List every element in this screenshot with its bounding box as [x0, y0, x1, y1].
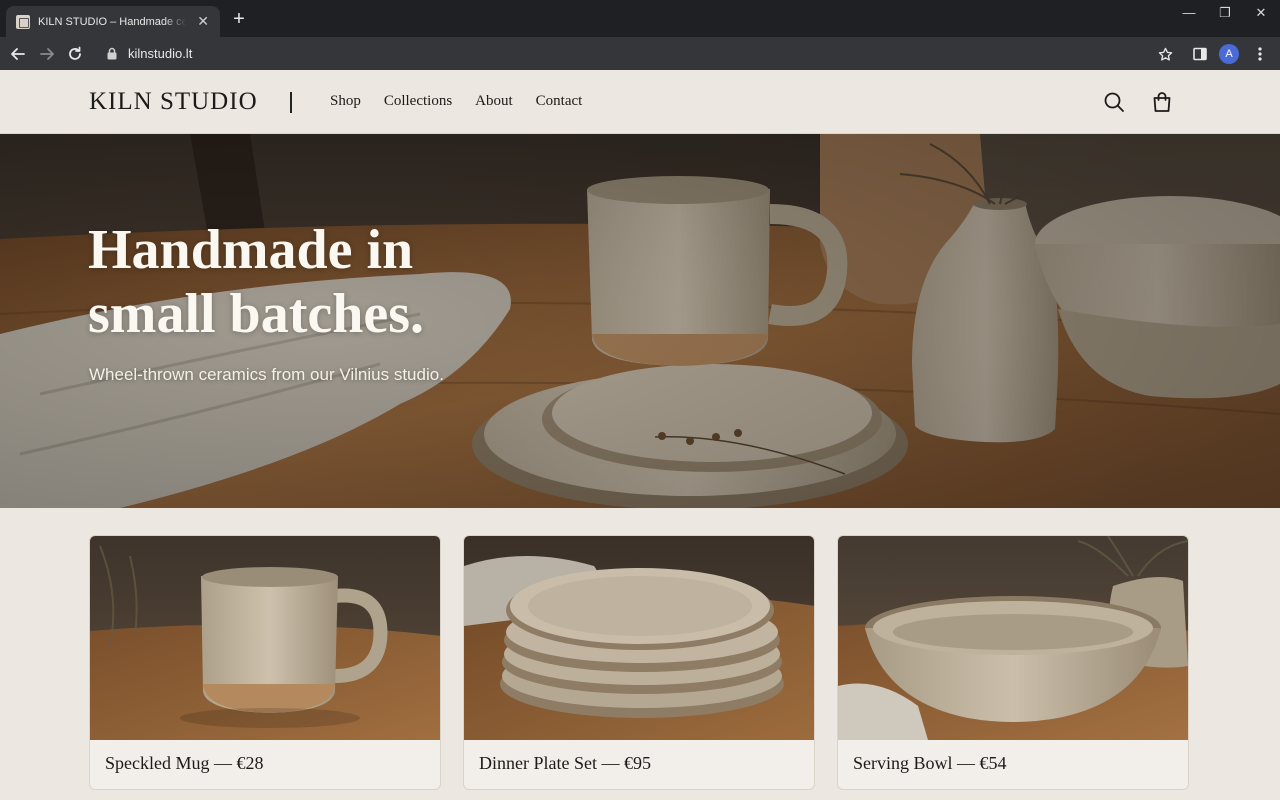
product-title: Dinner Plate Set — €95 [479, 753, 651, 773]
cart-button[interactable] [1150, 90, 1174, 114]
side-panel-icon [1193, 47, 1207, 61]
search-icon [1104, 92, 1124, 112]
arrow-left-icon [11, 48, 25, 60]
reload-icon [69, 46, 81, 60]
new-tab-button[interactable]: + [229, 9, 249, 29]
hero-subtitle: Wheel-thrown ceramics from our Vilnius s… [89, 365, 444, 384]
shopping-bag-icon [1153, 92, 1171, 112]
star-icon [1158, 47, 1172, 61]
product-image-mug [90, 536, 440, 740]
product-card-mug[interactable]: Speckled Mug — €28 [89, 535, 441, 790]
site-favicon-icon [16, 14, 30, 29]
tab-close-icon[interactable]: ✕ [196, 13, 210, 30]
site-logo[interactable]: KILN STUDIO [89, 88, 258, 116]
product-title: Serving Bowl — €54 [853, 753, 1007, 773]
arrow-right-icon [40, 48, 54, 60]
nav-link-shop[interactable]: Shop [330, 93, 361, 110]
product-card-plate-set[interactable]: Dinner Plate Set — €95 [463, 535, 815, 790]
hero-banner: Handmade in small batches. Wheel-thrown … [0, 134, 1280, 508]
product-image-plate-set [464, 536, 814, 740]
profile-avatar[interactable]: A [1219, 44, 1239, 64]
window-close-button[interactable]: ✕ [1246, 4, 1276, 22]
product-card-bowl[interactable]: Serving Bowl — €54 [837, 535, 1189, 790]
window-minimize-button[interactable]: — [1174, 4, 1204, 22]
nav-link-contact[interactable]: Contact [536, 93, 583, 110]
browser-toolbar: kilnstudio.lt A [0, 37, 1280, 70]
kebab-menu-icon [1258, 47, 1262, 61]
address-bar[interactable]: kilnstudio.lt [96, 41, 1186, 66]
window-restore-button[interactable]: ❐ [1210, 4, 1240, 22]
hero-title: Handmade in small batches. [88, 219, 424, 345]
browser-tab-strip: KILN STUDIO – Handmade ceramics ✕ + — ❐ … [0, 0, 1280, 37]
nav-link-collections[interactable]: Collections [384, 93, 452, 110]
browser-tab-active[interactable]: KILN STUDIO – Handmade ceramics ✕ [6, 6, 220, 37]
product-title: Speckled Mug — €28 [105, 753, 264, 773]
back-button[interactable] [7, 43, 29, 65]
lock-icon [107, 47, 117, 60]
browser-menu-button[interactable] [1249, 43, 1271, 65]
nav-link-about[interactable]: About [475, 93, 513, 110]
product-grid: Speckled Mug — €28 Dinner Plate Set — €9… [89, 535, 1189, 800]
header-divider [290, 92, 292, 113]
site-header: KILN STUDIO Shop Collections About Conta… [0, 70, 1280, 134]
main-nav: Shop Collections About Contact [330, 93, 582, 110]
bookmark-button[interactable] [1154, 43, 1176, 65]
side-panel-button[interactable] [1189, 43, 1211, 65]
tab-title: KILN STUDIO – Handmade ceramics [38, 15, 187, 28]
product-image-bowl [838, 536, 1188, 740]
search-button[interactable] [1102, 90, 1126, 114]
reload-button[interactable] [64, 43, 86, 65]
forward-button[interactable] [36, 43, 58, 65]
url-text: kilnstudio.lt [128, 46, 193, 61]
